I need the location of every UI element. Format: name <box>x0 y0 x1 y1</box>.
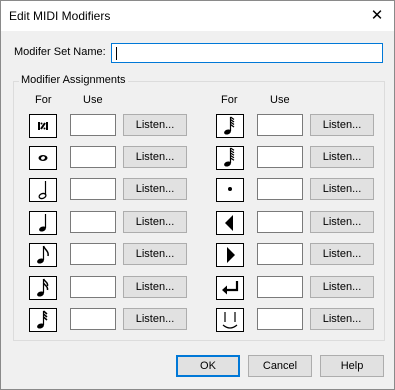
listen-button-quarter-note[interactable]: Listen... <box>123 211 187 233</box>
use-column-header-right: Use <box>270 94 290 106</box>
listen-button-sixteenth-note[interactable]: Listen... <box>123 276 187 298</box>
sixty-fourth-note-icon[interactable] <box>216 114 244 138</box>
use-field-eighth-note[interactable] <box>70 243 116 265</box>
use-column-header-left: Use <box>83 94 103 106</box>
listen-button-tie[interactable]: Listen... <box>310 308 374 330</box>
for-column-header-left: For <box>35 94 52 106</box>
modifier-set-name-input[interactable] <box>111 43 383 63</box>
listen-button-whole-note[interactable]: Listen... <box>123 146 187 168</box>
left-triangle-icon[interactable] <box>216 211 244 235</box>
right-triangle-icon[interactable] <box>216 243 244 267</box>
listen-button-right-triangle[interactable]: Listen... <box>310 243 374 265</box>
for-column-header-right: For <box>221 94 238 106</box>
use-field-quarter-note[interactable] <box>70 211 116 233</box>
quarter-note-icon[interactable] <box>29 211 57 235</box>
help-button[interactable]: Help <box>320 355 384 377</box>
use-field-measure-repeat[interactable] <box>70 114 116 136</box>
eighth-note-icon[interactable] <box>29 243 57 267</box>
whole-note-icon[interactable] <box>29 146 57 170</box>
sixteenth-note-icon[interactable] <box>29 276 57 300</box>
title-bar: Edit MIDI Modifiers ✕ <box>1 1 394 31</box>
listen-button-thirty-second-note[interactable]: Listen... <box>123 308 187 330</box>
cancel-button[interactable]: Cancel <box>248 355 312 377</box>
listen-button-measure-repeat[interactable]: Listen... <box>123 114 187 136</box>
listen-button-half-note[interactable]: Listen... <box>123 178 187 200</box>
close-icon[interactable]: ✕ <box>361 3 393 29</box>
use-field-hundred-twenty-eighth-note[interactable] <box>257 146 303 168</box>
use-field-enter-arrow[interactable] <box>257 276 303 298</box>
listen-button-left-triangle[interactable]: Listen... <box>310 211 374 233</box>
use-field-left-triangle[interactable] <box>257 211 303 233</box>
listen-button-eighth-note[interactable]: Listen... <box>123 243 187 265</box>
edit-midi-modifiers-dialog: Edit MIDI Modifiers ✕ Modifer Set Name: … <box>0 0 395 390</box>
tie-icon[interactable] <box>216 308 244 332</box>
use-field-half-note[interactable] <box>70 178 116 200</box>
modifier-set-name-label: Modifer Set Name: <box>14 46 106 58</box>
use-field-tie[interactable] <box>257 308 303 330</box>
hundred-twenty-eighth-note-icon[interactable] <box>216 146 244 170</box>
use-field-thirty-second-note[interactable] <box>70 308 116 330</box>
text-caret <box>116 47 117 60</box>
thirty-second-note-icon[interactable] <box>29 308 57 332</box>
half-note-icon[interactable] <box>29 178 57 202</box>
listen-button-sixty-fourth-note[interactable]: Listen... <box>310 114 374 136</box>
measure-repeat-icon[interactable] <box>29 114 57 138</box>
use-field-dot[interactable] <box>257 178 303 200</box>
modifier-assignments-label: Modifier Assignments <box>19 74 128 86</box>
use-field-sixty-fourth-note[interactable] <box>257 114 303 136</box>
use-field-whole-note[interactable] <box>70 146 116 168</box>
enter-arrow-icon[interactable] <box>216 276 244 300</box>
listen-button-hundred-twenty-eighth-note[interactable]: Listen... <box>310 146 374 168</box>
listen-button-enter-arrow[interactable]: Listen... <box>310 276 374 298</box>
use-field-sixteenth-note[interactable] <box>70 276 116 298</box>
use-field-right-triangle[interactable] <box>257 243 303 265</box>
ok-button[interactable]: OK <box>176 355 240 377</box>
dot-icon[interactable] <box>216 178 244 202</box>
listen-button-dot[interactable]: Listen... <box>310 178 374 200</box>
window-title: Edit MIDI Modifiers <box>9 9 111 23</box>
